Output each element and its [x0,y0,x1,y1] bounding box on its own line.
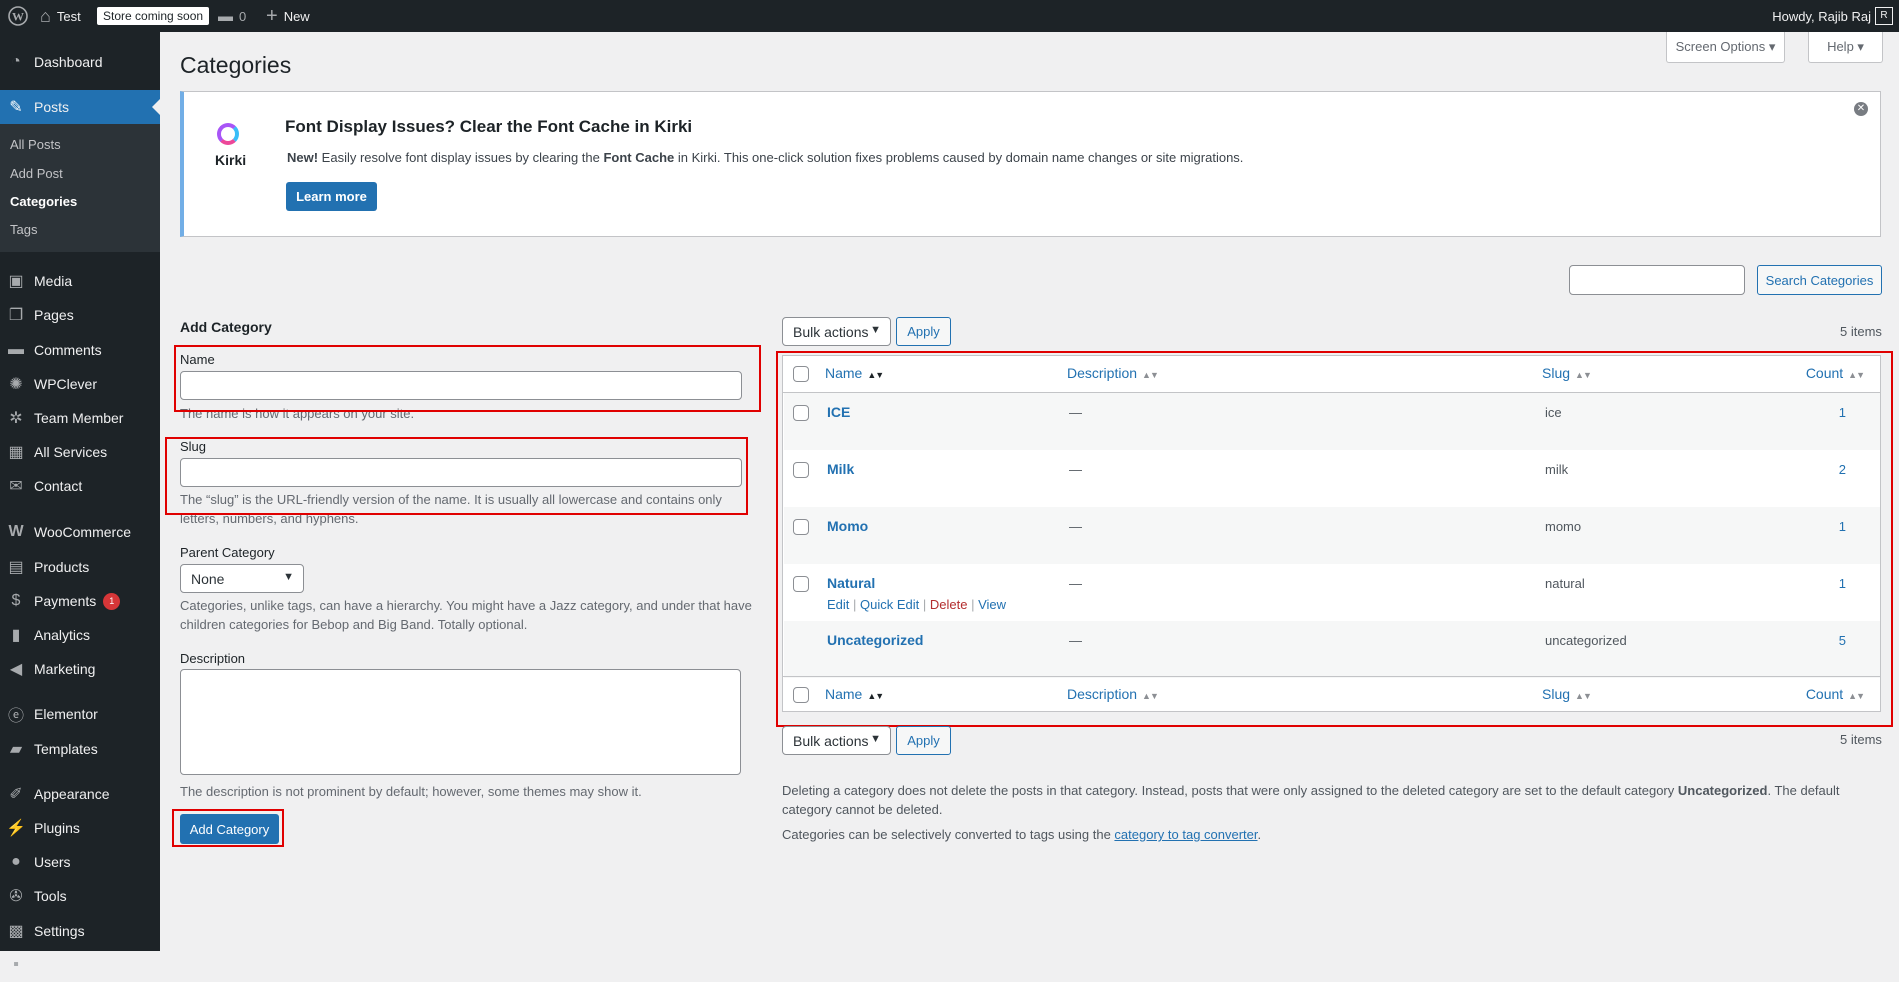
apply-button-top[interactable]: Apply [896,317,951,346]
folder-icon: ▰ [9,741,23,758]
highlight-add-category-button [172,809,284,847]
user-icon: ● [11,853,21,870]
submenu-add-post[interactable]: Add Post [10,166,63,181]
kirki-notice: Kirki Font Display Issues? Clear the Fon… [180,91,1881,237]
comment-bubble-icon: ▬ [218,7,233,25]
sidebar-item-templates[interactable]: ▰ Templates [0,732,160,766]
apply-button-bottom[interactable]: Apply [896,726,951,755]
megaphone-icon: ◀ [9,661,23,678]
sidebar-item-analytics[interactable]: ▮ Analytics [0,618,160,652]
submenu-categories[interactable]: Categories [10,194,77,209]
chart-icon: ▮ [11,627,21,644]
wrench-icon: ✇ [9,888,23,905]
payments-badge: 1 [103,592,121,610]
grid-icon: ▦ [8,444,24,461]
notice-title: Font Display Issues? Clear the Font Cach… [285,117,693,136]
sidebar-item-contact[interactable]: ✉ Contact [0,469,160,503]
items-count-bottom: 5 items [1840,732,1882,747]
sidebar-item-appearance[interactable]: ✐ Appearance [0,777,160,811]
pages-icon: ❐ [8,307,24,324]
sidebar-item-settings[interactable]: ▩ Settings [0,914,160,948]
dollar-icon: $ [11,592,21,609]
lightbulb-icon: ✺ [9,376,23,393]
settings-icon: ▩ [8,923,24,940]
sidebar-item-dashboard[interactable]: ◔ Dashboard [0,45,160,79]
add-category-heading: Add Category [180,319,272,335]
site-name-link[interactable]: ⌂ Test [40,0,81,32]
submenu-tags[interactable]: Tags [10,222,37,237]
woo-icon: W [8,523,24,540]
comments-link[interactable]: ▬ 0 [218,0,246,32]
chevron-down-icon: ▼ [283,571,294,583]
store-status-badge[interactable]: Store coming soon [97,0,210,32]
archive-icon: ▤ [8,559,24,576]
posts-submenu: All Posts Add Post Categories Tags [0,124,160,252]
description-help: The description is not prominent by defa… [180,784,642,799]
notice-text: New! Easily resolve font display issues … [287,150,1244,165]
elementor-icon: ⓔ [7,708,24,725]
parent-category-select[interactable]: None ▼ [180,564,304,593]
submenu-all-posts[interactable]: All Posts [10,137,61,152]
sidebar-item-all-services[interactable]: ▦ All Services [0,435,160,469]
highlight-categories-table [776,351,1893,727]
sidebar-item-acf[interactable]: ▪ ACF [0,948,160,982]
chevron-down-icon: ▼ [870,324,881,336]
bulk-actions-select-bottom[interactable]: Bulk actions ▼ [782,726,891,755]
items-count-top: 5 items [1840,324,1882,339]
sidebar-item-team-member[interactable]: ✲ Team Member [0,401,160,435]
my-account-link[interactable]: Howdy, Rajib Raj [1772,0,1871,32]
parent-category-label: Parent Category [180,545,275,560]
sidebar-item-pages[interactable]: ❐ Pages [0,298,160,332]
sidebar-item-wpclever[interactable]: ✺ WPClever [0,367,160,401]
wordpress-logo-icon[interactable]: W [8,0,28,32]
kirki-logo-text: Kirki [215,152,247,168]
sidebar-item-tools[interactable]: ✇ Tools [0,879,160,913]
sidebar-item-elementor[interactable]: ⓔ Elementor [0,697,160,731]
pin-icon: ✎ [9,99,23,116]
new-content-link[interactable]: + New [266,0,310,32]
description-label: Description [180,651,246,666]
sidebar-item-posts[interactable]: ✎ Posts [0,90,160,124]
bulk-actions-select-top[interactable]: Bulk actions ▼ [782,317,891,346]
highlight-name-field [174,345,761,412]
dashboard-icon: ◔ [11,53,21,70]
learn-more-button[interactable]: Learn more [286,182,377,211]
home-icon: ⌂ [40,5,51,26]
sidebar-item-products[interactable]: ▤ Products [0,550,160,584]
dismiss-icon[interactable]: ✕ [1854,102,1868,116]
media-icon: ▣ [8,273,24,290]
comments-icon: ▬ [8,341,24,358]
sidebar-item-users[interactable]: ● Users [0,845,160,879]
sidebar-item-media[interactable]: ▣ Media [0,264,160,298]
sidebar-item-payments[interactable]: $ Payments 1 [0,584,160,618]
plugin-icon: ⚡ [6,820,26,837]
svg-text:W: W [12,10,24,24]
acf-icon: ▪ [13,956,19,973]
chevron-down-icon: ▼ [870,733,881,745]
converter-note: Categories can be selectively converted … [782,827,1262,842]
mail-icon: ✉ [9,478,23,495]
plus-icon: + [266,4,278,27]
delete-category-note: Deleting a category does not delete the … [782,783,1840,817]
sidebar-item-marketing[interactable]: ◀ Marketing [0,652,160,686]
category-search-input[interactable] [1569,265,1745,295]
team-icon: ✲ [9,410,23,427]
parent-help: Categories, unlike tags, can have a hier… [180,598,752,632]
kirki-logo-icon [217,123,239,145]
admin-sidebar: ◔ Dashboard ✎ Posts All Posts Add Post Cat… [0,32,160,973]
page-title: Categories [180,52,292,78]
brush-icon: ✐ [9,786,23,803]
sidebar-item-woocommerce[interactable]: W WooCommerce [0,515,160,549]
highlight-slug-field [165,437,748,515]
admin-bar: W ⌂ Test Store coming soon ▬ 0 + New How… [0,0,1899,32]
screen-options-button[interactable]: Screen Options ▾ [1666,32,1785,63]
help-button[interactable]: Help ▾ [1808,32,1883,63]
sidebar-item-comments[interactable]: ▬ Comments [0,333,160,367]
category-to-tag-converter-link[interactable]: category to tag converter [1114,827,1257,842]
search-categories-button[interactable]: Search Categories [1757,265,1882,295]
avatar[interactable]: R [1875,0,1893,32]
sidebar-item-plugins[interactable]: ⚡ Plugins [0,811,160,845]
description-textarea[interactable] [180,669,741,775]
